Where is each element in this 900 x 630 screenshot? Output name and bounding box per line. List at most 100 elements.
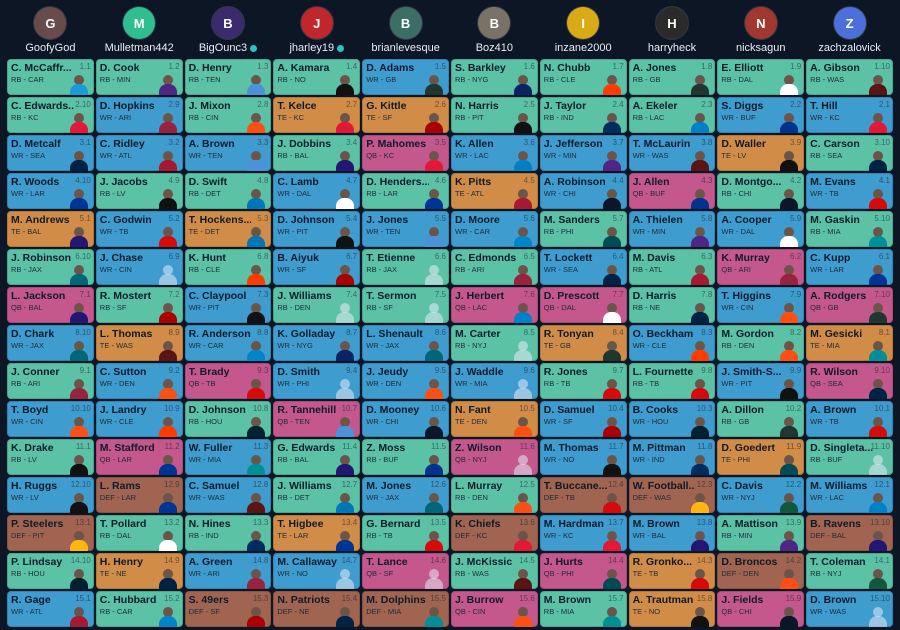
- team-column-header[interactable]: B BigOunc3: [184, 0, 273, 58]
- team-avatar-icon[interactable]: Z: [833, 7, 866, 39]
- draft-pick-cell[interactable]: M. Gordon RB - DEN 8.2: [717, 325, 805, 361]
- draft-pick-cell[interactable]: Z. Wilson QB - NYJ 11.6: [450, 439, 538, 475]
- draft-pick-cell[interactable]: J. Conner RB - ARI 9.1: [7, 363, 94, 399]
- draft-pick-cell[interactable]: T. Pollard RB - DAL 13.2: [95, 515, 183, 551]
- team-name[interactable]: Boz410: [476, 42, 513, 54]
- draft-pick-cell[interactable]: C. Davis WR - NYJ 12.2: [717, 477, 805, 513]
- draft-pick-cell[interactable]: D. Harris RB - NE 7.8: [628, 287, 716, 323]
- draft-pick-cell[interactable]: M. Davis RB - ATL 6.3: [628, 249, 716, 285]
- draft-pick-cell[interactable]: L. Shenault WR - JAX 8.6: [362, 325, 449, 361]
- draft-pick-cell[interactable]: W. Football... DEF - WAS 12.3: [628, 477, 716, 513]
- draft-pick-cell[interactable]: P. Lindsay RB - HOU 14.10: [7, 553, 94, 589]
- draft-pick-cell[interactable]: T. Kelce TE - KC 2.7: [273, 97, 361, 133]
- draft-pick-cell[interactable]: N. Chubb RB - CLE 1.7: [539, 59, 627, 95]
- draft-pick-cell[interactable]: C. Sutton WR - DEN 9.2: [95, 363, 183, 399]
- draft-pick-cell[interactable]: T. Etienne RB - JAX 6.6: [362, 249, 449, 285]
- draft-pick-cell[interactable]: D. Goedert TE - PHI 11.9: [717, 439, 805, 475]
- draft-pick-cell[interactable]: M. Pittman WR - IND 11.8: [628, 439, 716, 475]
- team-avatar-icon[interactable]: B: [478, 7, 511, 39]
- team-column-header[interactable]: Bbrianlevesque: [361, 0, 450, 58]
- draft-pick-cell[interactable]: L. Murray RB - DEN 12.5: [450, 477, 538, 513]
- team-avatar-icon[interactable]: H: [655, 7, 688, 39]
- draft-pick-cell[interactable]: H. Henry TE - NE 14.9: [95, 553, 183, 589]
- draft-pick-cell[interactable]: K. Drake RB - LV 11.1: [7, 439, 94, 475]
- draft-pick-cell[interactable]: B. Aiyuk WR - SF 6.7: [273, 249, 361, 285]
- draft-pick-cell[interactable]: M. Williams WR - LAC 12.1: [806, 477, 893, 513]
- draft-pick-cell[interactable]: D. Cook RB - MIN 1.2: [95, 59, 183, 95]
- draft-pick-cell[interactable]: T. McLaurin WR - WAS 3.8: [628, 135, 716, 171]
- team-avatar-icon[interactable]: N: [744, 7, 777, 39]
- draft-pick-cell[interactable]: K. Murray QB - ARI 6.2: [717, 249, 805, 285]
- team-column-header[interactable]: M Mulletman442: [95, 0, 184, 58]
- draft-pick-cell[interactable]: J. Jones WR - TEN 5.5: [362, 211, 449, 247]
- draft-pick-cell[interactable]: S. 49ers DEF - SF 15.3: [184, 591, 272, 627]
- draft-pick-cell[interactable]: L. Thomas TE - WAS 8.9: [95, 325, 183, 361]
- draft-pick-cell[interactable]: J. Williams RB - DEN 7.4: [273, 287, 361, 323]
- draft-pick-cell[interactable]: K. Chiefs DEF - KC 13.6: [450, 515, 538, 551]
- draft-pick-cell[interactable]: M. Hardman WR - KC 13.7: [539, 515, 627, 551]
- draft-pick-cell[interactable]: O. Beckham WR - CLE 8.3: [628, 325, 716, 361]
- draft-pick-cell[interactable]: R. Gronko... TE - TB 14.3: [628, 553, 716, 589]
- team-column-header[interactable]: Nnicksagun: [716, 0, 805, 58]
- draft-pick-cell[interactable]: P. Steelers DEF - PIT 13.1: [7, 515, 94, 551]
- draft-pick-cell[interactable]: Z. Moss RB - BUF 11.5: [362, 439, 449, 475]
- team-avatar-icon[interactable]: G: [34, 7, 67, 39]
- team-name[interactable]: nicksagun: [736, 42, 786, 54]
- draft-pick-cell[interactable]: E. Elliott RB - DAL 1.9: [717, 59, 805, 95]
- draft-pick-cell[interactable]: D. Prescott QB - DAL 7.7: [539, 287, 627, 323]
- draft-pick-cell[interactable]: T. Lockett WR - SEA 6.4: [539, 249, 627, 285]
- draft-pick-cell[interactable]: D. Brown WR - WAS 15.10: [806, 591, 893, 627]
- draft-pick-cell[interactable]: R. Jones RB - TB 9.7: [539, 363, 627, 399]
- draft-pick-cell[interactable]: M. Brown RB - MIA 15.7: [539, 591, 627, 627]
- draft-pick-cell[interactable]: T. Boyd WR - CIN 10.10: [7, 401, 94, 437]
- draft-pick-cell[interactable]: M. Gaskin RB - MIA 5.10: [806, 211, 893, 247]
- draft-pick-cell[interactable]: J. Hurts QB - PHI 14.4: [539, 553, 627, 589]
- team-column-header[interactable]: G GoofyGod: [6, 0, 95, 58]
- draft-pick-cell[interactable]: N. Harris RB - PIT 2.5: [450, 97, 538, 133]
- draft-pick-cell[interactable]: D. Samuel WR - SF 10.4: [539, 401, 627, 437]
- draft-pick-cell[interactable]: C. Kupp WR - LAR 6.1: [806, 249, 893, 285]
- team-avatar-icon[interactable]: I: [567, 7, 600, 39]
- draft-pick-cell[interactable]: T. Brady QB - TB 9.3: [184, 363, 272, 399]
- draft-pick-cell[interactable]: A. Jones RB - GB 1.8: [628, 59, 716, 95]
- draft-pick-cell[interactable]: M. Jones WR - JAX 12.6: [362, 477, 449, 513]
- draft-pick-cell[interactable]: R. Tonyan TE - GB 8.4: [539, 325, 627, 361]
- draft-pick-cell[interactable]: D. Montgo... RB - CHI 4.2: [717, 173, 805, 209]
- draft-pick-cell[interactable]: J. McKissic RB - WAS 14.5: [450, 553, 538, 589]
- team-name[interactable]: Mulletman442: [105, 42, 174, 54]
- draft-pick-cell[interactable]: M. Sanders RB - PHI 5.7: [539, 211, 627, 247]
- draft-pick-cell[interactable]: K. Pitts TE - ATL 4.5: [450, 173, 538, 209]
- draft-pick-cell[interactable]: A. Green WR - ARI 14.8: [184, 553, 272, 589]
- draft-pick-cell[interactable]: B. Cooks WR - HOU 10.3: [628, 401, 716, 437]
- draft-pick-cell[interactable]: R. Wilson QB - SEA 9.10: [806, 363, 893, 399]
- draft-pick-cell[interactable]: A. Robinson WR - CHI 4.4: [539, 173, 627, 209]
- draft-pick-cell[interactable]: N. Fant TE - DEN 10.5: [450, 401, 538, 437]
- draft-pick-cell[interactable]: A. Brown WR - TB 10.1: [806, 401, 893, 437]
- draft-pick-cell[interactable]: N. Hines RB - IND 13.3: [184, 515, 272, 551]
- draft-pick-cell[interactable]: R. Tannehill QB - TEN 10.7: [273, 401, 361, 437]
- team-avatar-icon[interactable]: J: [300, 7, 333, 39]
- draft-pick-cell[interactable]: M. Stafford QB - LAR 11.2: [95, 439, 183, 475]
- draft-pick-cell[interactable]: M. Carter RB - NYJ 8.5: [450, 325, 538, 361]
- draft-pick-cell[interactable]: S. Diggs WR - BUF 2.2: [717, 97, 805, 133]
- draft-pick-cell[interactable]: S. Barkley RB - NYG 1.6: [450, 59, 538, 95]
- draft-pick-cell[interactable]: J. Williams RB - DET 12.7: [273, 477, 361, 513]
- draft-pick-cell[interactable]: J. Smith-S... WR - PIT 9.9: [717, 363, 805, 399]
- draft-pick-cell[interactable]: C. Godwin WR - TB 5.2: [95, 211, 183, 247]
- draft-pick-cell[interactable]: J. Jefferson WR - MIN 3.7: [539, 135, 627, 171]
- team-name[interactable]: jharley19: [289, 42, 334, 54]
- draft-pick-cell[interactable]: D. Hopkins WR - ARI 2.9: [95, 97, 183, 133]
- draft-pick-cell[interactable]: C. Samuel WR - WAS 12.8: [184, 477, 272, 513]
- draft-pick-cell[interactable]: G. Bernard RB - TB 13.5: [362, 515, 449, 551]
- draft-pick-cell[interactable]: D. Swift RB - DET 4.8: [184, 173, 272, 209]
- draft-pick-cell[interactable]: R. Gage WR - ATL 15.1: [7, 591, 94, 627]
- team-column-header[interactable]: Iinzane2000: [539, 0, 628, 58]
- team-column-header[interactable]: Zzachzalovick: [805, 0, 894, 58]
- draft-pick-cell[interactable]: R. Mostert RB - SF 7.2: [95, 287, 183, 323]
- draft-pick-cell[interactable]: D. Johnson RB - HOU 10.8: [184, 401, 272, 437]
- draft-pick-cell[interactable]: A. Brown WR - TEN 3.3: [184, 135, 272, 171]
- draft-pick-cell[interactable]: C. Lamb WR - DAL 4.7: [273, 173, 361, 209]
- draft-pick-cell[interactable]: C. Carson RB - SEA 3.10: [806, 135, 893, 171]
- draft-pick-cell[interactable]: T. Higbee TE - LAR 13.4: [273, 515, 361, 551]
- draft-pick-cell[interactable]: C. Edwards... RB - KC 2.10: [7, 97, 94, 133]
